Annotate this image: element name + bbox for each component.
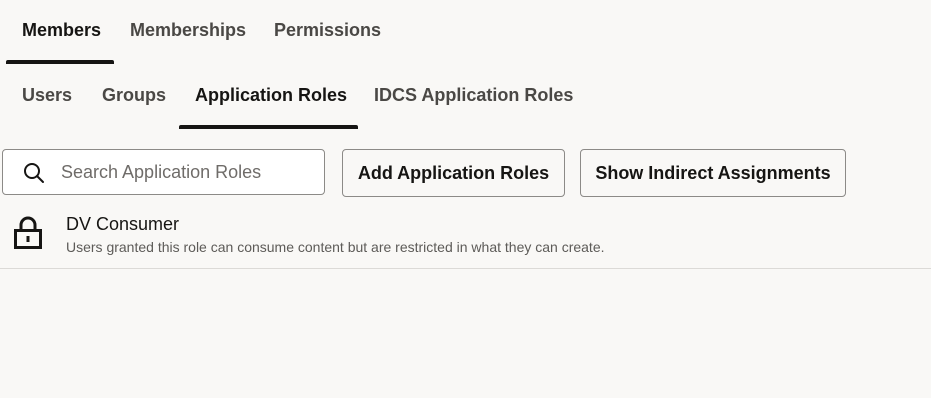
search-input[interactable] (61, 159, 316, 185)
tab-groups[interactable]: Groups (102, 85, 166, 106)
active-subtab-indicator (179, 125, 358, 129)
search-icon (24, 163, 44, 183)
tab-application-roles[interactable]: Application Roles (195, 85, 347, 106)
tab-memberships[interactable]: Memberships (130, 20, 246, 41)
tab-members[interactable]: Members (22, 20, 101, 41)
tab-idcs-application-roles[interactable]: IDCS Application Roles (374, 85, 573, 106)
list-item[interactable]: DV Consumer Users granted this role can … (0, 206, 931, 269)
tab-users[interactable]: Users (22, 85, 72, 106)
show-indirect-assignments-button[interactable]: Show Indirect Assignments (580, 149, 846, 197)
tab-permissions[interactable]: Permissions (274, 20, 381, 41)
role-description: Users granted this role can consume cont… (66, 239, 605, 255)
secondary-tab-bar: Users Groups Application Roles IDCS Appl… (0, 64, 931, 130)
add-application-roles-button[interactable]: Add Application Roles (342, 149, 565, 197)
primary-tab-bar: Members Memberships Permissions (0, 0, 931, 64)
lock-icon (14, 216, 42, 249)
search-field[interactable] (2, 149, 325, 195)
role-name: DV Consumer (66, 214, 180, 234)
